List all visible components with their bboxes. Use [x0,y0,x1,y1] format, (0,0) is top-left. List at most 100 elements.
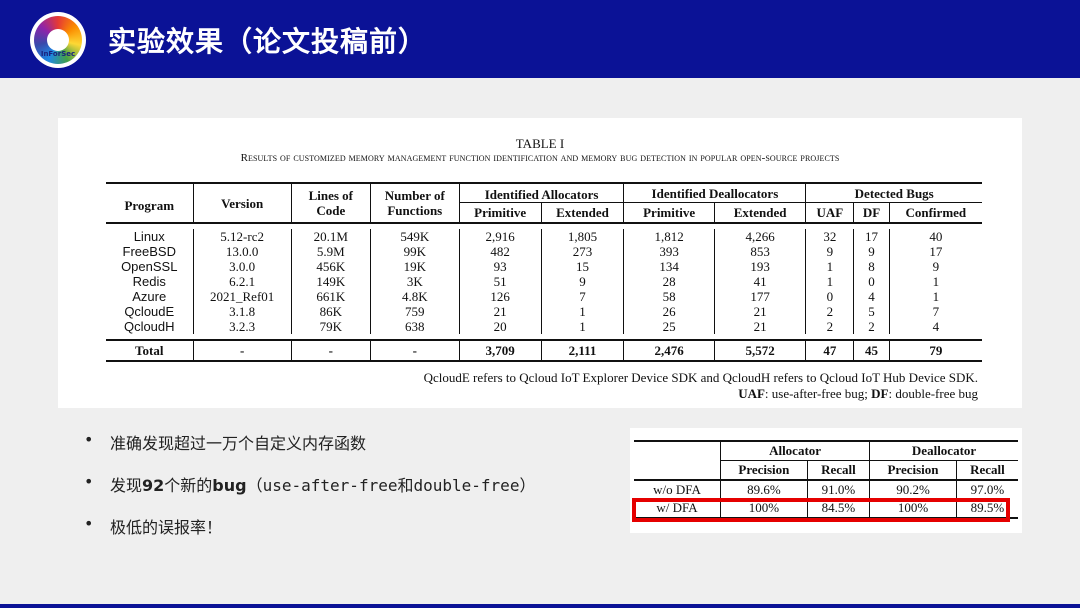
logo-text: InForSec [40,50,76,58]
table-note-sdk: QcloudE refers to Qcloud IoT Explorer De… [423,370,978,385]
table-cell: 3.2.3 [192,319,292,334]
table-cell: 17 [853,229,890,244]
header-confirmed: Confirmed [888,202,982,223]
table-cell: 32 [805,229,854,244]
results-table: Program Version Lines of Code Number of … [106,182,982,362]
header-dealloc-recall: Recall [955,460,1018,480]
header-allocators: Identified Allocators [458,183,624,203]
table-cell: 3.0.0 [192,259,292,274]
header-program: Program [124,197,175,213]
highlight-box [632,498,1010,522]
paper-table-figure: TABLE I Results of customized memory man… [58,118,1022,408]
inforsec-logo: InForSec [30,12,86,68]
table-cell: 41 [713,274,806,289]
table-cell: 19K [369,259,460,274]
total-cell: 45 [853,340,890,361]
program-cell: QcloudE [124,304,175,319]
total-cell: - [369,340,460,361]
table-cell: 6.2.1 [192,274,292,289]
bullet-icon: • [84,430,94,449]
total-cell: 5,572 [713,340,806,361]
table-cell: 2 [805,304,854,319]
table-cell: 638 [369,319,460,334]
table-cell: 28 [623,274,715,289]
table-cell: 2 [853,319,890,334]
table-note-abbrev: UAF: use-after-free bug; DF: double-free… [738,386,978,401]
table-cell: 2 [805,319,854,334]
table-cell: 21 [458,304,542,319]
total-cell: 79 [888,340,982,361]
table-cell: 9 [853,244,890,259]
header-alloc-extended: Extended [540,202,624,223]
bullet-icon: • [84,514,94,533]
table-cell: 3.1.8 [192,304,292,319]
table-cell: 1 [888,274,982,289]
header-dealloc-primitive: Primitive [623,202,715,223]
table-cell: 86K [290,304,371,319]
header-detected-bugs: Detected Bugs [805,183,982,203]
table-cell: 193 [713,259,806,274]
table-cell: 1,812 [623,229,715,244]
total-cell: 3,709 [458,340,542,361]
metric-cell: 89.6% [720,480,808,499]
total-cell: 2,111 [540,340,624,361]
bullet-icon: • [84,472,94,491]
program-cell: Azure [132,289,167,304]
table-cell: 1 [805,274,854,289]
table-cell: 51 [458,274,542,289]
table-cell: 853 [713,244,806,259]
table-cell: 1,805 [540,229,624,244]
table-cell: 4,266 [713,229,806,244]
table-cell: 79K [290,319,371,334]
table-row: Linux 5.12-rc2 20.1M 549K 2,916 1,805 1,812 4,2… [106,229,982,244]
table-cell: 134 [623,259,715,274]
table-cell: 4 [888,319,982,334]
header-dealloc-extended: Extended [713,202,806,223]
table-cell: 126 [458,289,542,304]
title-bar: InForSec 实验效果（论文投稿前） [0,0,1080,78]
table-cell: 26 [623,304,715,319]
table-cell: 2,916 [458,229,542,244]
table-cell: 5.12-rc2 [192,229,292,244]
header-alloc-precision: Precision [720,460,808,480]
table-caption: TABLE I [515,136,565,151]
table-cell: 1 [888,289,982,304]
table-cell: 273 [540,244,624,259]
header-loc: Lines of Code [290,183,371,223]
table-row: QcloudH 3.2.3 79K 638 20 1 25 21 2 2 4 [106,319,982,334]
table-cell: 4 [853,289,890,304]
metric-cell: 90.2% [869,480,957,499]
table-cell: 5 [853,304,890,319]
table-cell: 7 [888,304,982,319]
table-cell: 9 [888,259,982,274]
table-cell: 21 [713,304,806,319]
table-cell: 15 [540,259,624,274]
table-row: Redis 6.2.1 149K 3K 51 9 28 41 1 0 1 [106,274,982,289]
header-alloc-recall: Recall [806,460,870,480]
program-cell: QcloudH [123,319,175,334]
header-version: Version [192,183,292,223]
table-row: Azure 2021_Ref01 661K 4.8K 126 7 58 177 0 4 1 [106,289,982,304]
table-cell: 1 [805,259,854,274]
header-deallocators: Identified Deallocators [623,183,806,203]
table-cell: 58 [623,289,715,304]
bottom-rule [0,604,1080,608]
table-cell: 149K [290,274,371,289]
table-cell: 40 [888,229,982,244]
table-cell: 549K [369,229,460,244]
table-cell: 177 [713,289,806,304]
table-cell: 21 [713,319,806,334]
program-cell: FreeBSD [122,244,176,259]
total-cell: 47 [805,340,854,361]
table-cell: 17 [888,244,982,259]
table-cell: 4.8K [369,289,460,304]
table-row: w/o DFA 89.6% 91.0% 90.2% 97.0% [634,480,1018,499]
total-row: Total - - -3,709 2,111 2,476 5,572 47 45 79 [106,340,982,361]
total-cell: - [192,340,292,361]
config-cell: w/o DFA [653,482,701,497]
table-cell: 99K [369,244,460,259]
table-cell: 3K [369,274,460,289]
table-cell: 9 [805,244,854,259]
table-cell: 0 [805,289,854,304]
table-cell: 482 [458,244,542,259]
